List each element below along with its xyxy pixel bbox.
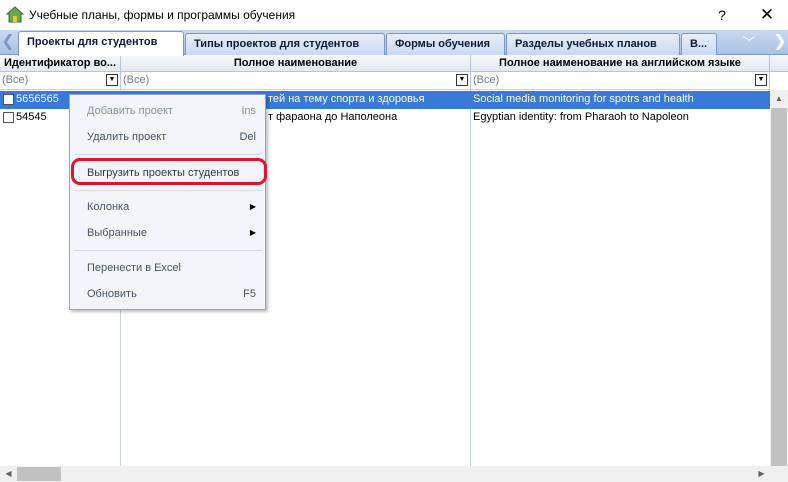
menu-item-shortcut: Del [239, 131, 256, 143]
menu-separator [74, 250, 262, 251]
menu-item-export-excel[interactable]: Перенести в Excel [74, 257, 262, 279]
column-divider [470, 90, 471, 466]
app-house-icon [6, 6, 24, 23]
menu-item-selected[interactable]: Выбранные ▶ [74, 222, 262, 244]
filter-full-name-en-value: (Все) [473, 74, 500, 86]
horizontal-scroll-thumb[interactable] [17, 467, 61, 481]
filter-dropdown-icon[interactable]: ▼ [106, 74, 118, 86]
header-corner [770, 55, 788, 72]
vertical-scroll-thumb[interactable] [771, 108, 787, 482]
vertical-scrollbar[interactable]: ▲ ▼ [770, 90, 788, 482]
menu-item-label: Обновить [87, 288, 137, 300]
cell-full-name-en: Egyptian identity: from Pharaoh to Napol… [473, 111, 689, 123]
menu-separator [74, 190, 262, 191]
column-header-full-name-en[interactable]: Полное наименование на английском языке [471, 55, 770, 72]
menu-item-label: Перенести в Excel [87, 262, 181, 274]
title-bar: Учебные планы, формы и программы обучени… [0, 0, 788, 30]
filter-dropdown-icon[interactable]: ▼ [755, 74, 767, 86]
column-header-id[interactable]: Идентификатор во... [0, 55, 121, 72]
cell-full-name: т фараона до Наполеона [268, 111, 398, 123]
context-menu: Добавить проект Ins Удалить проект Del В… [69, 94, 266, 310]
filter-id-value: (Все) [2, 74, 29, 86]
filter-full-name[interactable]: (Все) ▼ [121, 72, 471, 90]
menu-item-label: Колонка [87, 201, 130, 213]
tab-more[interactable]: В... [681, 33, 717, 55]
row-checkbox[interactable] [3, 112, 14, 123]
tab-list-chevron-down-icon[interactable]: ﹀ [738, 34, 760, 52]
submenu-arrow-icon: ▶ [249, 202, 256, 211]
column-header-full-name[interactable]: Полное наименование [121, 55, 471, 72]
scroll-up-icon[interactable]: ▲ [770, 90, 788, 107]
tab-strip: ❮ Проекты для студентов Типы проектов дл… [0, 30, 788, 56]
filter-full-name-en[interactable]: (Все) ▼ [471, 72, 770, 90]
window-title: Учебные планы, формы и программы обучени… [29, 8, 296, 22]
row-checkbox[interactable] [3, 94, 14, 105]
filter-dropdown-icon[interactable]: ▼ [456, 74, 468, 86]
highlight-annotation [71, 158, 267, 185]
menu-item-label: Добавить проект [87, 105, 173, 117]
tab-student-projects[interactable]: Проекты для студентов [18, 31, 184, 56]
menu-item-shortcut: F5 [243, 288, 256, 300]
filter-id[interactable]: (Все) ▼ [0, 72, 121, 90]
tab-student-project-types[interactable]: Типы проектов для студентов [185, 33, 385, 55]
cell-full-name-en: Social media monitoring for spotrs and h… [473, 93, 694, 105]
horizontal-scrollbar[interactable]: ◀ ▶ [0, 466, 788, 482]
menu-item-shortcut: Ins [241, 105, 256, 117]
menu-item-add-project[interactable]: Добавить проект Ins [74, 100, 262, 122]
tab-curriculum-sections[interactable]: Разделы учебных планов [506, 33, 680, 55]
menu-item-label: Выбранные [87, 227, 147, 239]
tab-scroll-left-icon[interactable]: ❮ [0, 32, 16, 54]
tab-scroll-right-icon[interactable]: ❯ [772, 32, 788, 54]
menu-item-column[interactable]: Колонка ▶ [74, 196, 262, 218]
scroll-left-icon[interactable]: ◀ [0, 466, 17, 482]
menu-item-delete-project[interactable]: Удалить проект Del [74, 126, 262, 148]
scroll-right-icon[interactable]: ▶ [753, 466, 770, 482]
menu-item-label: Удалить проект [87, 131, 167, 143]
menu-separator [74, 154, 262, 155]
close-button[interactable]: ✕ [750, 3, 784, 27]
tab-study-forms[interactable]: Формы обучения [386, 33, 505, 55]
filter-full-name-value: (Все) [123, 74, 150, 86]
submenu-arrow-icon: ▶ [249, 228, 256, 237]
help-button[interactable]: ? [707, 3, 737, 27]
cell-full-name: тей на тему спорта и здоровья [268, 93, 425, 105]
menu-item-refresh[interactable]: Обновить F5 [74, 283, 262, 305]
